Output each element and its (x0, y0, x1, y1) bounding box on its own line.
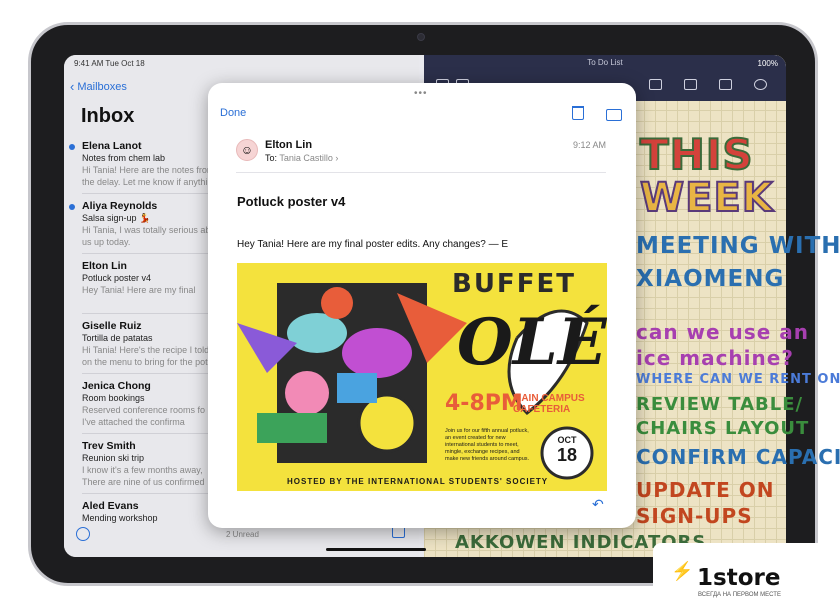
poster-place: MAIN CAMPUS CAFETERIA (513, 393, 585, 415)
grabber-icon[interactable]: ••• (414, 88, 428, 99)
brand-name: 1store (697, 565, 781, 591)
note-line: XIAOMENG (636, 266, 785, 292)
poster-title: OLÉ (457, 305, 607, 380)
note-line: REVIEW TABLE/ (636, 394, 804, 415)
note-line: CONFIRM CAPACITY (636, 445, 840, 469)
bolt-icon: ⚡ (671, 561, 694, 581)
brand-tagline: ВСЕГДА НА ПЕРВОМ МЕСТЕ (698, 592, 781, 598)
blurb-line: international students to meet, (445, 442, 519, 448)
poster-host: HOSTED BY THE INTERNATIONAL STUDENTS' SO… (287, 477, 549, 486)
home-indicator[interactable] (326, 548, 426, 551)
notes-title-bar: To Do List 100% (424, 55, 786, 73)
poster-blurb: Join us for our fifth annual potluck, an… (445, 428, 555, 463)
sender-name: Elton Lin (265, 139, 313, 151)
poster-time: 4-8PM (445, 391, 523, 416)
done-button[interactable]: Done (220, 107, 246, 119)
note-line: WHERE CAN WE RENT ONE? (636, 372, 840, 387)
timestamp: 9:12 AM (572, 140, 606, 150)
email-sheet: ••• Done ☺ Elton Lin To: Tania Castillo … (208, 83, 636, 528)
front-camera (417, 33, 425, 41)
blurb-line: mingle, exchange recipes, and (445, 449, 520, 455)
note-line: THIS (639, 129, 754, 180)
recipient-name: Tania Castillo (279, 153, 333, 163)
email-body: Hey Tania! Here are my final poster edit… (237, 239, 509, 250)
poster-headline: BUFFET (452, 269, 576, 299)
unread-dot (69, 204, 75, 210)
unread-dot (69, 144, 75, 150)
blurb-line: Join us for our fifth annual potluck, (445, 428, 529, 434)
blurb-line: an event created for new (445, 435, 506, 441)
note-line: CHAIRS LAYOUT (636, 418, 810, 439)
text-icon[interactable] (684, 79, 697, 90)
note-line: UPDATE ON (636, 478, 775, 502)
battery-status: 100% (757, 59, 778, 68)
poster-month: OCT (557, 435, 577, 445)
mailboxes-back-button[interactable]: ‹ Mailboxes (70, 79, 127, 94)
chevron-right-icon: › (335, 153, 339, 163)
status-time: 9:41 AM Tue Oct 18 (74, 59, 145, 68)
note-line: WEEK (639, 174, 774, 222)
chevron-left-icon: ‹ (70, 79, 75, 94)
email-subject: Potluck poster v4 (237, 194, 346, 209)
markup-icon[interactable] (719, 79, 732, 90)
reply-icon[interactable]: ↶ (592, 496, 604, 513)
recipient-line[interactable]: To: Tania Castillo › (265, 153, 338, 163)
unread-count: 2 Unread (226, 530, 259, 539)
color-icon[interactable] (754, 79, 767, 90)
filter-icon[interactable] (76, 527, 90, 541)
photo-icon[interactable] (649, 79, 662, 90)
note-line: MEETING WITH (636, 233, 840, 259)
poster-image[interactable]: BUFFET OLÉ 4-8PM MAIN CAMPUS CAFETERIA J… (237, 263, 607, 491)
folder-icon[interactable] (606, 109, 622, 121)
page-title: Inbox (81, 105, 135, 127)
notes-title: To Do List (587, 58, 623, 67)
poster-day: 18 (556, 445, 578, 465)
trash-icon[interactable] (572, 106, 584, 120)
brand-watermark: ⚡ 1store ВСЕГДА НА ПЕРВОМ МЕСТЕ (653, 543, 840, 616)
avatar: ☺ (236, 139, 258, 161)
blurb-line: make new friends around campus. (445, 456, 530, 462)
note-line: SIGN-UPS (636, 504, 753, 528)
to-label: To: (265, 153, 278, 163)
note-line: can we use an (636, 320, 809, 344)
note-line: ice machine? (636, 346, 794, 370)
mailboxes-label: Mailboxes (77, 80, 127, 93)
divider (236, 172, 606, 173)
